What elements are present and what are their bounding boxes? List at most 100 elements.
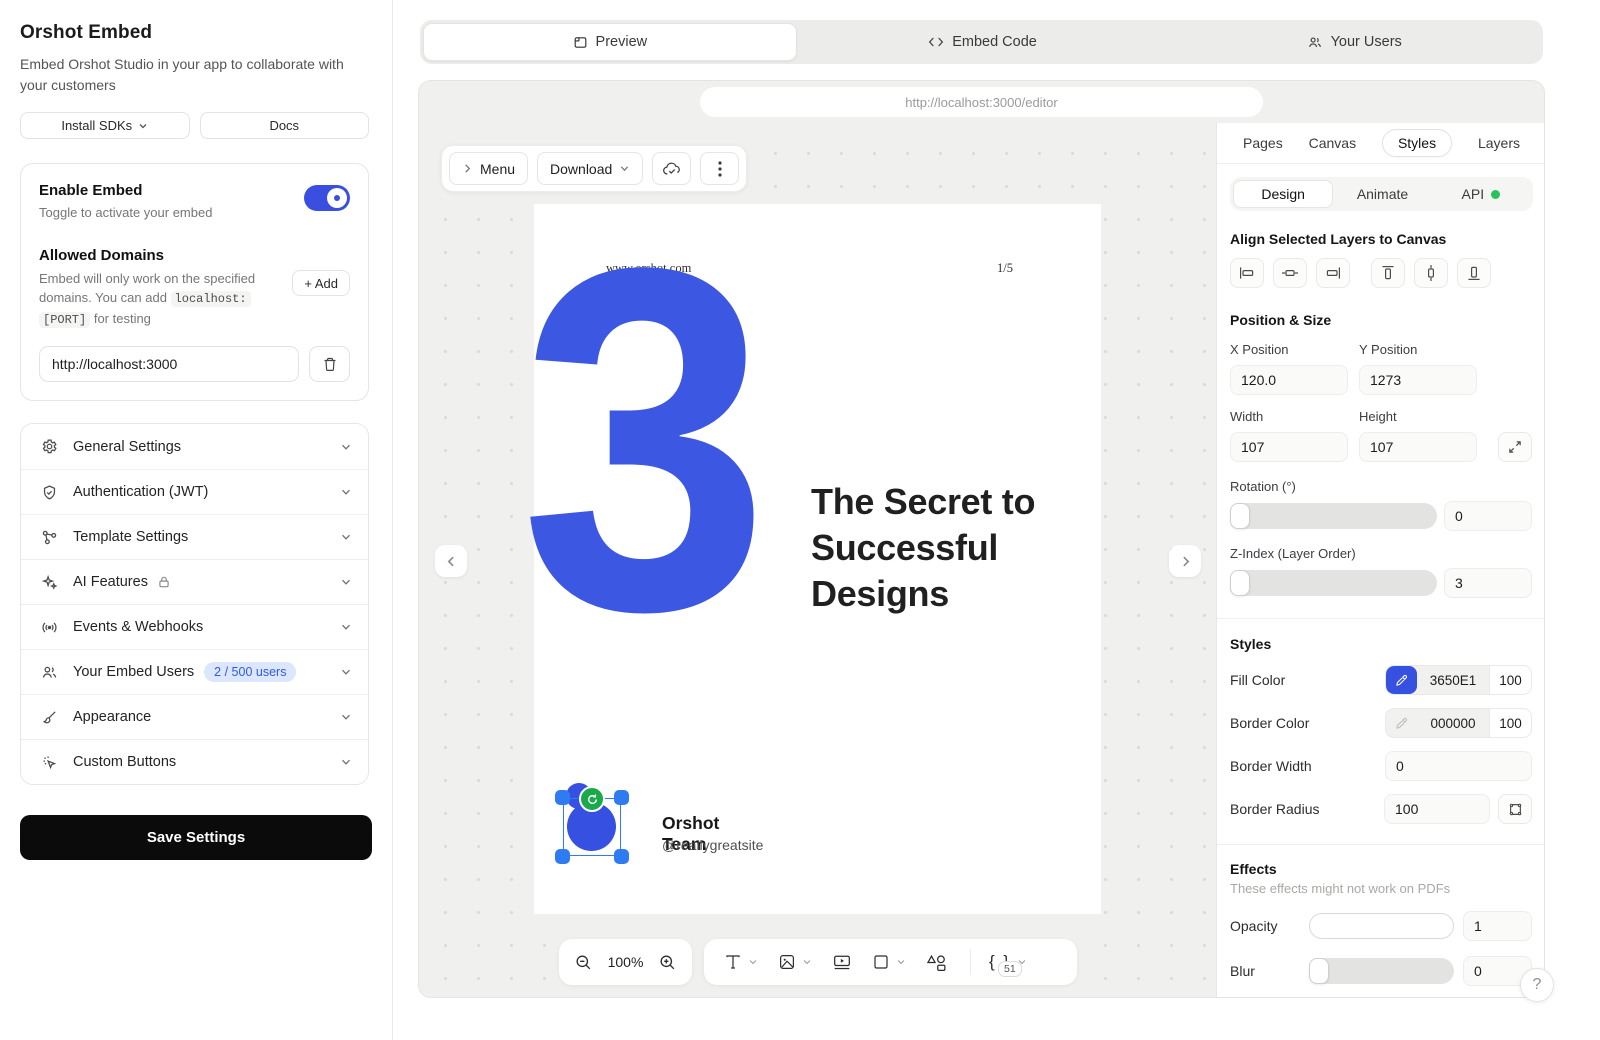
zoom-out-icon[interactable]: [574, 953, 593, 972]
border-width-input[interactable]: [1385, 751, 1532, 781]
width-input[interactable]: [1230, 432, 1348, 462]
trash-icon: [322, 356, 338, 373]
rotation-slider-thumb[interactable]: [1230, 503, 1250, 529]
tab-preview[interactable]: Preview: [423, 23, 797, 61]
sidebar-item-authentication[interactable]: Authentication (JWT): [21, 469, 368, 514]
sidebar-item-label: Authentication (JWT): [73, 484, 208, 500]
view-tabs: Preview Embed Code Your Users: [420, 20, 1543, 64]
rotate-icon: [586, 793, 599, 806]
zoom-controls: 100%: [559, 939, 692, 985]
sidebar-item-custom-buttons[interactable]: Custom Buttons: [21, 739, 368, 784]
video-tool[interactable]: [832, 953, 852, 971]
styles-panel: Pages Canvas Styles Layers Design Animat…: [1216, 123, 1545, 998]
help-button[interactable]: ?: [1520, 968, 1554, 1002]
rotation-slider[interactable]: [1230, 503, 1437, 529]
border-eyedropper-button[interactable]: [1386, 709, 1417, 737]
tab-styles[interactable]: Styles: [1382, 129, 1452, 157]
tab-pages[interactable]: Pages: [1243, 135, 1283, 151]
delete-domain-button[interactable]: [309, 346, 350, 382]
image-tool-icon: [778, 953, 796, 971]
chevron-down-icon: [802, 957, 812, 967]
border-opacity-value[interactable]: 100: [1489, 709, 1531, 737]
text-tool[interactable]: [724, 953, 758, 971]
zindex-label: Z-Index (Layer Order): [1230, 546, 1532, 561]
fill-opacity-value[interactable]: 100: [1489, 666, 1531, 694]
settings-accordion: General Settings Authentication (JWT) Te…: [20, 423, 369, 785]
mode-animate[interactable]: Animate: [1333, 180, 1431, 208]
mode-api[interactable]: API: [1432, 180, 1530, 208]
zindex-slider[interactable]: [1230, 570, 1437, 596]
download-button[interactable]: Download: [537, 152, 643, 185]
enable-embed-toggle[interactable]: [304, 185, 350, 211]
toggle-knob: [327, 188, 347, 208]
allowed-domains-title: Allowed Domains: [39, 247, 350, 264]
domain-input[interactable]: [39, 346, 299, 382]
y-position-input[interactable]: [1359, 365, 1477, 395]
zindex-slider-thumb[interactable]: [1230, 570, 1250, 596]
shape-tool[interactable]: [872, 953, 906, 971]
next-page-button[interactable]: [1169, 545, 1201, 577]
fill-hex-value[interactable]: 3650E1: [1417, 666, 1489, 694]
more-options-button[interactable]: [700, 152, 739, 185]
height-input[interactable]: [1359, 432, 1477, 462]
code-port: [PORT]: [39, 312, 90, 328]
mode-design[interactable]: Design: [1233, 180, 1333, 208]
text-tool-icon: [724, 953, 742, 971]
align-middle-vertical-button[interactable]: [1414, 258, 1448, 288]
blur-slider-thumb[interactable]: [1309, 958, 1329, 984]
sidebar-item-general-settings[interactable]: General Settings: [21, 424, 368, 469]
tab-embed-code[interactable]: Embed Code: [797, 23, 1169, 61]
opacity-value[interactable]: 1: [1463, 911, 1532, 941]
blur-slider[interactable]: [1309, 958, 1454, 984]
corner-radius-button[interactable]: [1498, 794, 1532, 824]
resize-handle-se[interactable]: [614, 849, 629, 864]
tab-your-users[interactable]: Your Users: [1168, 23, 1540, 61]
install-sdks-label: Install SDKs: [61, 118, 132, 133]
image-tool[interactable]: [778, 953, 812, 971]
add-domain-button[interactable]: + Add: [292, 270, 350, 296]
align-left-button[interactable]: [1230, 258, 1264, 288]
save-settings-button[interactable]: Save Settings: [20, 815, 372, 860]
align-center-horizontal-button[interactable]: [1273, 258, 1307, 288]
install-sdks-button[interactable]: Install SDKs: [20, 112, 190, 139]
align-right-button[interactable]: [1316, 258, 1350, 288]
docs-button[interactable]: Docs: [200, 112, 370, 139]
sidebar-item-appearance[interactable]: Appearance: [21, 694, 368, 739]
tab-canvas[interactable]: Canvas: [1309, 135, 1356, 151]
border-radius-input[interactable]: [1384, 794, 1490, 824]
align-left-icon: [1239, 267, 1255, 279]
align-top-button[interactable]: [1371, 258, 1405, 288]
rotate-handle[interactable]: [579, 786, 605, 812]
resize-handle-ne[interactable]: [614, 790, 629, 805]
fill-eyedropper-button[interactable]: [1386, 666, 1417, 694]
resize-handle-nw[interactable]: [555, 790, 570, 805]
opacity-slider[interactable]: [1309, 913, 1454, 939]
previous-page-button[interactable]: [435, 545, 467, 577]
fill-color-control: 3650E1 100: [1385, 665, 1532, 695]
menu-button[interactable]: Menu: [449, 152, 528, 185]
sidebar-item-ai-features[interactable]: AI Features: [21, 559, 368, 604]
chevron-down-icon: [619, 163, 630, 174]
shield-check-icon: [41, 484, 58, 501]
height-label: Height: [1359, 409, 1397, 424]
chevron-down-icon: [896, 957, 906, 967]
align-bottom-button[interactable]: [1457, 258, 1491, 288]
resize-handle-sw[interactable]: [555, 849, 570, 864]
page-description: Embed Orshot Studio in your app to colla…: [20, 54, 364, 96]
x-position-input[interactable]: [1230, 365, 1348, 395]
zoom-in-icon[interactable]: [658, 953, 677, 972]
url-field[interactable]: http://localhost:3000/editor: [700, 87, 1263, 117]
position-size-title: Position & Size: [1230, 312, 1532, 328]
zindex-value[interactable]: 3: [1444, 568, 1532, 598]
variables-tool[interactable]: { }51: [989, 952, 1027, 972]
design-canvas[interactable]: www.orshot.com 1/5 3 The Secret to Succe…: [534, 204, 1101, 914]
border-hex-value[interactable]: 000000: [1417, 709, 1489, 737]
sidebar-item-template-settings[interactable]: Template Settings: [21, 514, 368, 559]
rotation-value[interactable]: 0: [1444, 501, 1532, 531]
tab-layers[interactable]: Layers: [1478, 135, 1520, 151]
sidebar-item-events-webhooks[interactable]: Events & Webhooks: [21, 604, 368, 649]
cloud-sync-button[interactable]: [652, 152, 691, 185]
sidebar-item-your-embed-users[interactable]: Your Embed Users 2 / 500 users: [21, 649, 368, 694]
elements-tool[interactable]: [926, 953, 948, 972]
link-dimensions-button[interactable]: [1498, 432, 1532, 462]
